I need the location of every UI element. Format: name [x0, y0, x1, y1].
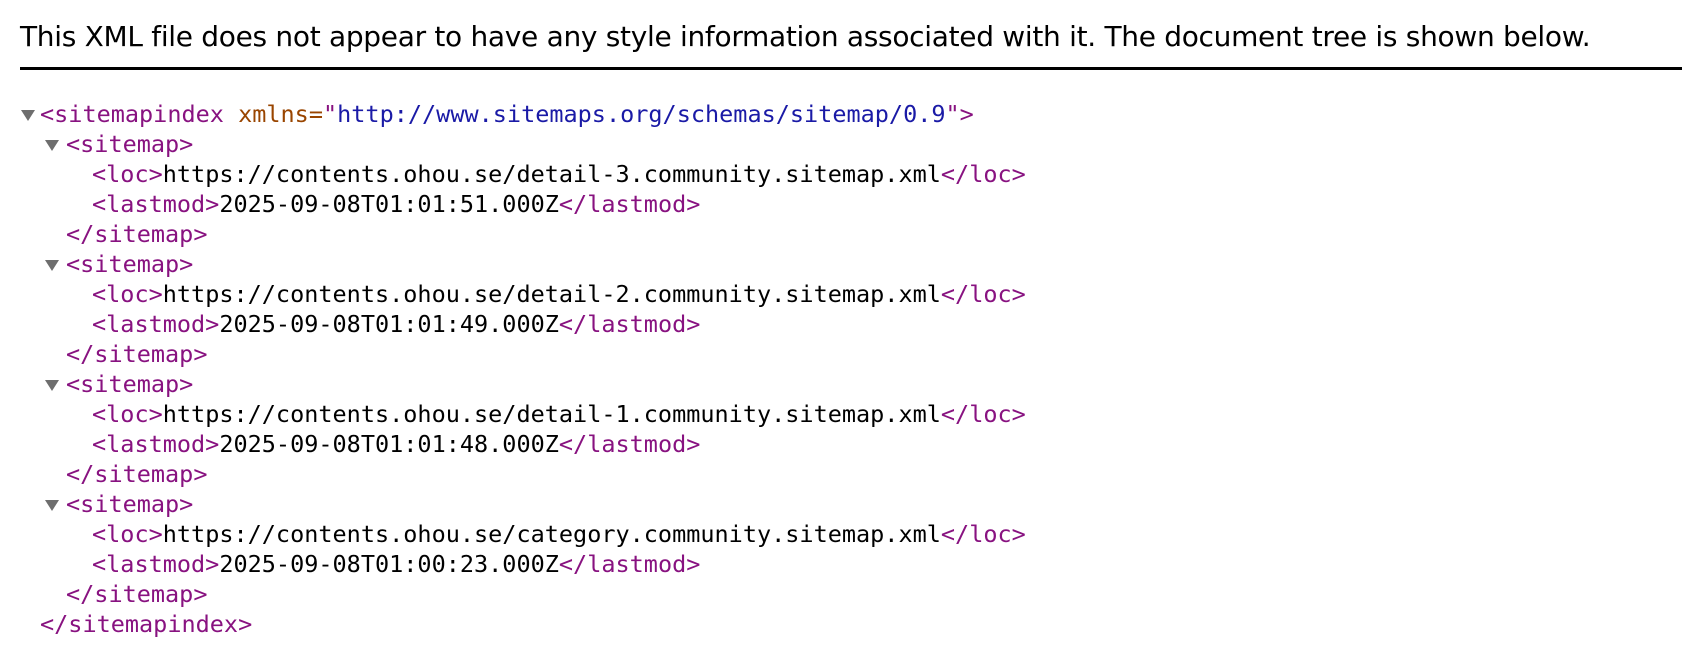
sitemap-open-line: <sitemap>: [20, 129, 1680, 159]
collapse-triangle-icon[interactable]: [44, 369, 64, 399]
sitemap-open-line: <sitemap>: [20, 249, 1680, 279]
sitemap-open-tag: <sitemap>: [66, 250, 194, 278]
sitemap-close-tag: </sitemap>: [66, 580, 208, 608]
lastmod-line: <lastmod>2025-09-08T01:01:48.000Z</lastm…: [20, 429, 1680, 459]
lastmod-open-tag: <lastmod>: [92, 550, 220, 578]
sitemap-open-tag: <sitemap>: [66, 490, 194, 518]
lastmod-open-tag: <lastmod>: [92, 190, 220, 218]
attr-quote-open: ": [322, 100, 338, 128]
lastmod-value: 2025-09-08T01:01:51.000Z: [219, 190, 559, 218]
sitemap-open-line: <sitemap>: [20, 369, 1680, 399]
xml-document-tree: <sitemapindex xmlns="http://www.sitemaps…: [20, 99, 1680, 639]
sitemap-open-line: <sitemap>: [20, 489, 1680, 519]
loc-value: https://contents.ohou.se/detail-2.commun…: [162, 280, 941, 308]
loc-line: <loc>https://contents.ohou.se/detail-2.c…: [20, 279, 1680, 309]
lastmod-line: <lastmod>2025-09-08T01:00:23.000Z</lastm…: [20, 549, 1680, 579]
loc-open-tag: <loc>: [92, 400, 163, 428]
lastmod-open-tag: <lastmod>: [92, 430, 220, 458]
xmlns-attr-value: http://www.sitemaps.org/schemas/sitemap/…: [337, 100, 946, 128]
collapse-triangle-icon[interactable]: [20, 99, 40, 129]
lastmod-line: <lastmod>2025-09-08T01:01:49.000Z</lastm…: [20, 309, 1680, 339]
sitemap-close-tag: </sitemap>: [66, 460, 208, 488]
lastmod-close-tag: </lastmod>: [558, 430, 701, 458]
loc-line: <loc>https://contents.ohou.se/detail-3.c…: [20, 159, 1680, 189]
sitemap-close-line: </sitemap>: [20, 219, 1680, 249]
sitemapindex-close-line: </sitemapindex>: [20, 609, 1680, 639]
lastmod-close-tag: </lastmod>: [558, 190, 701, 218]
loc-open-tag: <loc>: [92, 160, 163, 188]
lastmod-value: 2025-09-08T01:01:49.000Z: [219, 310, 559, 338]
collapse-triangle-icon[interactable]: [44, 129, 64, 159]
lastmod-open-tag: <lastmod>: [92, 310, 220, 338]
sitemap-close-line: </sitemap>: [20, 339, 1680, 369]
loc-close-tag: </loc>: [940, 400, 1026, 428]
sitemap-close-line: </sitemap>: [20, 579, 1680, 609]
sitemapindex-open-tag: <sitemapindex: [40, 100, 224, 128]
sitemap-close-tag: </sitemap>: [66, 220, 208, 248]
lastmod-value: 2025-09-08T01:00:23.000Z: [219, 550, 559, 578]
lastmod-line: <lastmod>2025-09-08T01:01:51.000Z</lastm…: [20, 189, 1680, 219]
sitemap-close-line: </sitemap>: [20, 459, 1680, 489]
sitemapindex-open-line: <sitemapindex xmlns="http://www.sitemaps…: [20, 99, 1680, 129]
loc-line: <loc>https://contents.ohou.se/detail-1.c…: [20, 399, 1680, 429]
loc-open-tag: <loc>: [92, 520, 163, 548]
lastmod-value: 2025-09-08T01:01:48.000Z: [219, 430, 559, 458]
sitemap-open-tag: <sitemap>: [66, 370, 194, 398]
lastmod-close-tag: </lastmod>: [558, 310, 701, 338]
collapse-triangle-icon[interactable]: [44, 489, 64, 519]
sitemap-open-tag: <sitemap>: [66, 130, 194, 158]
loc-close-tag: </loc>: [940, 280, 1026, 308]
loc-line: <loc>https://contents.ohou.se/category.c…: [20, 519, 1680, 549]
loc-close-tag: </loc>: [940, 160, 1026, 188]
loc-value: https://contents.ohou.se/category.commun…: [162, 520, 941, 548]
loc-open-tag: <loc>: [92, 280, 163, 308]
sitemap-close-tag: </sitemap>: [66, 340, 208, 368]
loc-value: https://contents.ohou.se/detail-3.commun…: [162, 160, 941, 188]
loc-close-tag: </loc>: [940, 520, 1026, 548]
sitemapindex-close-tag: </sitemapindex>: [40, 610, 253, 638]
xml-info-banner: This XML file does not appear to have an…: [20, 0, 1682, 70]
collapse-triangle-icon[interactable]: [44, 249, 64, 279]
lastmod-close-tag: </lastmod>: [558, 550, 701, 578]
loc-value: https://contents.ohou.se/detail-1.commun…: [162, 400, 941, 428]
attr-quote-close: ">: [945, 100, 974, 128]
xmlns-attr-name: xmlns=: [223, 100, 323, 128]
info-message: This XML file does not appear to have an…: [20, 20, 1591, 53]
